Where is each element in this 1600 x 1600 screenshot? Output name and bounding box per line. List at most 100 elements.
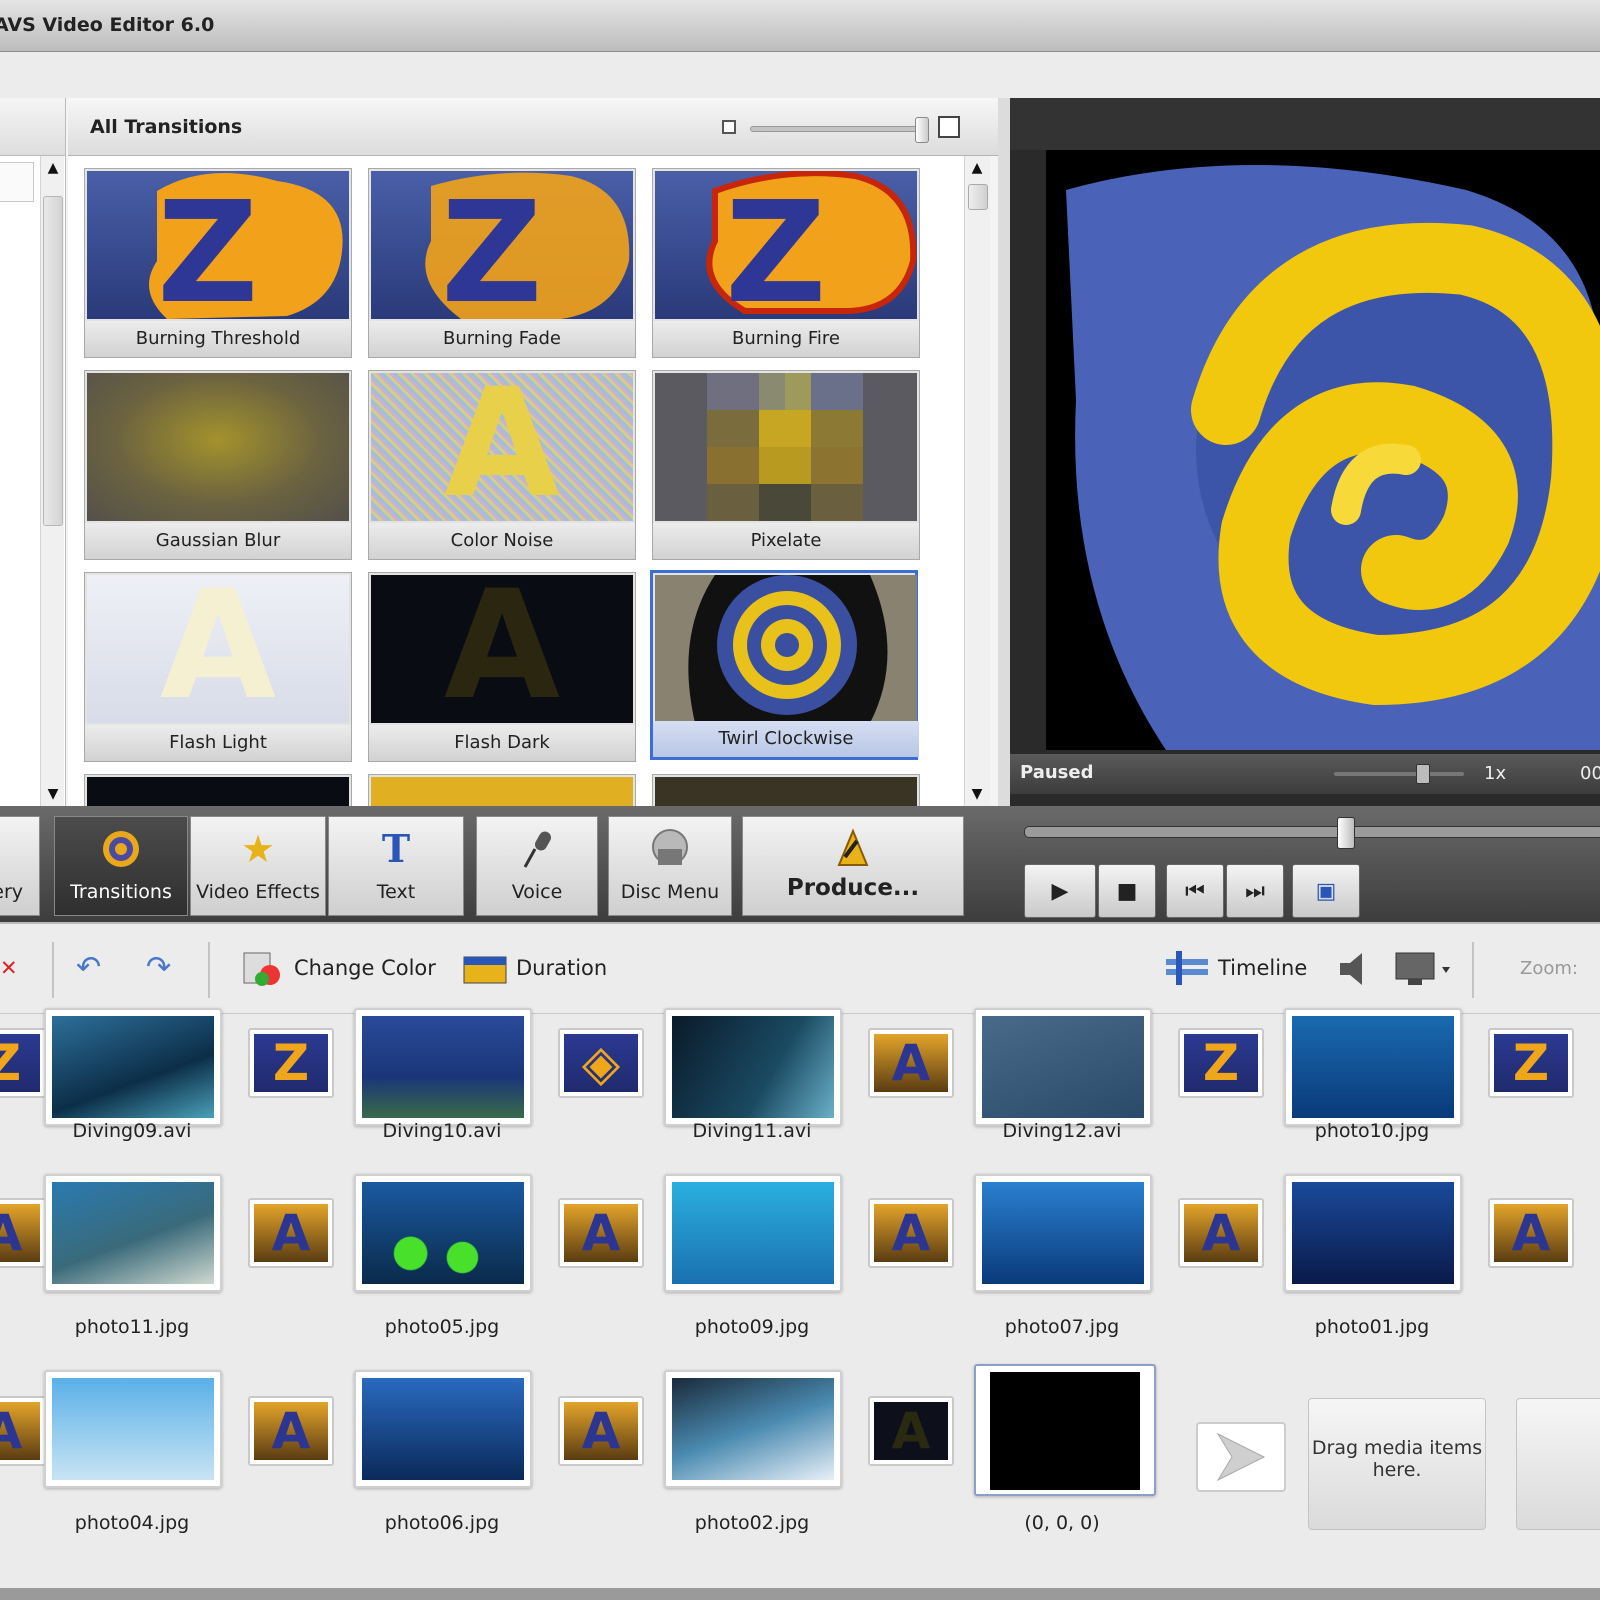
redo-button[interactable]: ↷ [146,942,171,994]
storyboard-transition[interactable]: Z [1488,1028,1574,1098]
category-scroll-thumb[interactable] [43,196,63,526]
transitions-scroll-thumb[interactable] [968,184,988,210]
storyboard-transition[interactable]: Z [0,1028,46,1098]
clip-name: photo10.jpg [1314,1120,1430,1142]
audio-button[interactable] [1334,942,1382,994]
category-item[interactable] [0,162,34,202]
storyboard-clip[interactable] [354,1008,532,1126]
undo-button[interactable]: ↶ [76,942,101,994]
storyboard-clip[interactable] [44,1174,222,1292]
drop-zone[interactable]: Drag media items here. [1308,1398,1486,1530]
storyboard-clip[interactable] [664,1174,842,1292]
storyboard-clip[interactable] [44,1008,222,1126]
transition-icon: A [874,1402,948,1460]
produce-button[interactable]: Produce... [742,816,964,916]
speed-slider[interactable] [1334,764,1464,784]
play-button[interactable]: ▶ [1024,864,1096,918]
transition-icon: A [0,1402,40,1460]
transition-label: Burning Fire [653,321,919,357]
fullscreen-button[interactable]: ▣ [1292,864,1360,918]
menu-strip [0,52,1600,98]
duration-button[interactable]: Duration [462,942,607,994]
storyboard-color-clip[interactable] [974,1364,1156,1496]
transition-icon: A [1184,1204,1258,1262]
tab-label: Voice [511,881,563,903]
storyboard-transition[interactable]: A [558,1198,644,1268]
tab-media-library[interactable]: ery [0,816,40,916]
transition-tile[interactable]: Pixelate [652,370,920,560]
storyboard-clip[interactable] [1284,1008,1462,1126]
thumb-size-slider-knob[interactable] [915,117,929,143]
prev-frame-button[interactable]: ⏮ [1166,864,1224,918]
storyboard-transition[interactable]: A [558,1396,644,1466]
transition-tile[interactable] [368,774,636,806]
delete-button[interactable]: ✕ [0,942,18,994]
storyboard-transition[interactable]: A [868,1028,954,1098]
transition-tile[interactable]: Z Burning Fade [368,168,636,358]
scroll-up-arrow-icon[interactable]: ▲ [41,156,65,180]
category-scrollbar[interactable]: ▲ ▼ [40,156,64,806]
transition-tile[interactable]: Z Burning Threshold [84,168,352,358]
transition-tile[interactable]: A Flash Dark [368,572,636,762]
preview-header [1010,98,1600,150]
tab-transitions[interactable]: Transitions [54,816,188,916]
storyboard-transition[interactable]: A [0,1396,46,1466]
storyboard-transition[interactable]: A [1178,1198,1264,1268]
tab-video-effects[interactable]: ★ Video Effects [190,816,326,916]
storyboard-transition[interactable]: ◈ [558,1028,644,1098]
storyboard-clip[interactable] [664,1370,842,1488]
storyboard-transition[interactable]: A [868,1198,954,1268]
transition-tile[interactable]: A Flash Light [84,572,352,762]
storyboard-clip[interactable] [1284,1174,1462,1292]
transition-tile[interactable] [652,774,920,806]
stop-button[interactable]: ■ [1098,864,1156,918]
next-frame-button[interactable]: ⏭ [1226,864,1284,918]
speed-slider-knob[interactable] [1416,764,1430,784]
storyboard-transition[interactable]: A [0,1198,46,1268]
svg-text:Z: Z [725,172,827,319]
thumb-size-slider[interactable] [750,117,929,143]
transition-tile[interactable]: A Color Noise [368,370,636,560]
status-bar [0,1588,1600,1600]
fullscreen-icon: ▣ [1315,879,1337,904]
storyboard-transition[interactable]: A [1488,1198,1574,1268]
storyboard-transition[interactable]: A [248,1198,334,1268]
clip-thumbnail [52,1182,214,1284]
storyboard-clip[interactable] [354,1174,532,1292]
seek-bar-knob[interactable] [1337,817,1355,849]
scroll-down-arrow-icon[interactable]: ▼ [965,782,989,806]
transition-preview-flash-light: A [87,575,349,723]
timeline-label: Timeline [1218,956,1308,980]
transition-tile[interactable] [84,774,352,806]
storyboard-clip[interactable] [44,1370,222,1488]
storyboard-transition[interactable]: A [868,1396,954,1466]
thumb-size-large-icon[interactable] [938,116,960,138]
storyboard-transition[interactable]: Z [248,1028,334,1098]
storyboard-transition[interactable]: A [248,1396,334,1466]
storyboard-clip[interactable] [974,1174,1152,1292]
tab-text[interactable]: T Text [328,816,464,916]
storyboard-clip[interactable] [354,1370,532,1488]
timeline-button[interactable]: Timeline [1164,942,1307,994]
change-color-button[interactable]: Change Color [240,942,436,994]
display-mode-button[interactable] [1394,942,1462,994]
transition-tile[interactable]: Gaussian Blur [84,370,352,560]
thumb-size-small-icon[interactable] [722,120,736,134]
scroll-down-arrow-icon[interactable]: ▼ [41,782,65,806]
zoom-label: Zoom: [1520,958,1578,979]
transition-tile[interactable]: Z Burning Fire [652,168,920,358]
tab-voice[interactable]: Voice [476,816,598,916]
seek-bar[interactable] [1024,817,1600,849]
scroll-up-arrow-icon[interactable]: ▲ [965,156,989,180]
clip-name: Diving12.avi [1002,1120,1122,1142]
transitions-scrollbar[interactable]: ▲ ▼ [964,156,990,806]
tab-disc-menu[interactable]: Disc Menu [608,816,732,916]
storyboard-transition[interactable]: Z [1178,1028,1264,1098]
storyboard-clip[interactable] [974,1008,1152,1126]
preview-screen[interactable] [1046,150,1600,750]
transition-tile-selected[interactable]: Twirl Clockwise [650,570,919,760]
storyboard-clip[interactable] [664,1008,842,1126]
app-window: AVS Video Editor 6.0 ▲ ▼ All Transitions… [0,0,1600,1600]
storyboard: Z Z ◈ A Z Z Diving09.avi Diving10.avi Di… [0,1008,1600,1600]
player-controls: ▶ ■ ⏮ ⏭ ▣ [1010,806,1600,922]
